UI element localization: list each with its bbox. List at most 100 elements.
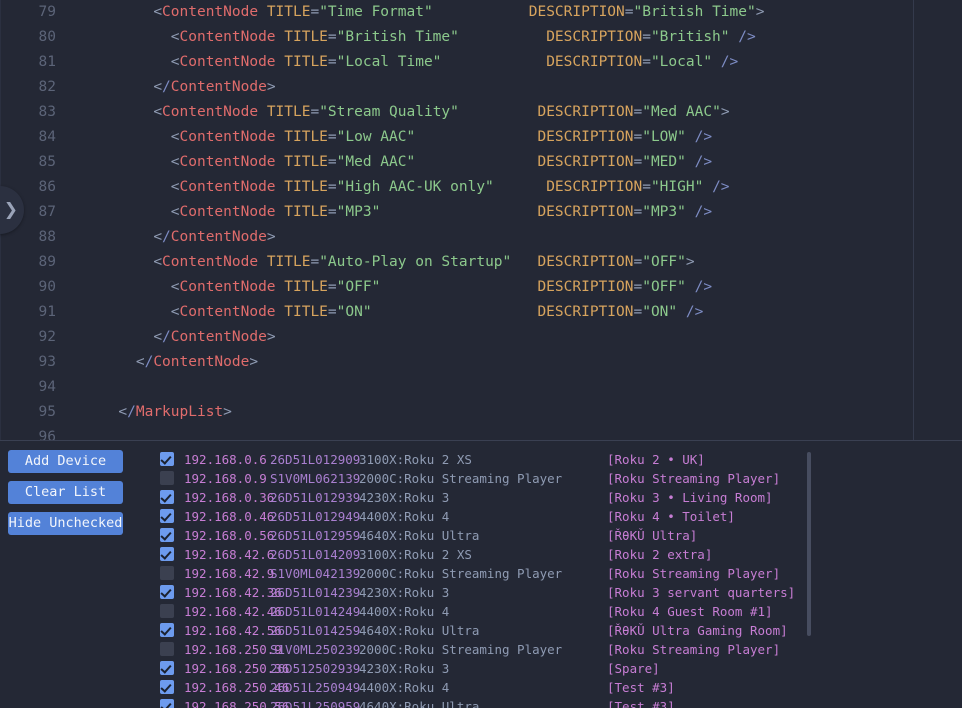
code-lines-container[interactable]: 79 <ContentNode TITLE="Time Format" DESC… — [0, 0, 962, 440]
code-token-pad — [459, 29, 546, 45]
code-token-str: "Auto-Play on Startup" — [319, 254, 512, 270]
code-line[interactable]: 91 <ContentNode TITLE="ON" DESCRIPTION="… — [0, 300, 962, 325]
code-token-slash: /> — [685, 304, 704, 320]
code-token-slash: / — [144, 354, 154, 370]
code-line[interactable]: 95 </MarkupList> — [0, 400, 962, 425]
device-serial-number: 26D51L012939 — [270, 490, 361, 505]
code-line[interactable]: 82 </ContentNode> — [0, 75, 962, 100]
device-checkbox[interactable] — [160, 661, 174, 675]
code-line[interactable]: 80 <ContentNode TITLE="British Time" DES… — [0, 25, 962, 50]
clear-list-button[interactable]: Clear List — [8, 481, 123, 504]
device-checkbox[interactable] — [160, 471, 174, 485]
device-row[interactable]: 192.168.0.56 26D51L012959 4640X:Roku Ultra… — [160, 526, 810, 545]
device-row[interactable]: 192.168.250.9 S1V0ML250239 2000C:Roku Stre… — [160, 640, 810, 659]
code-line[interactable]: 79 <ContentNode TITLE="Time Format" DESC… — [0, 0, 962, 25]
add-device-button[interactable]: Add Device — [8, 450, 123, 473]
device-checkbox[interactable] — [160, 699, 174, 708]
code-token-attr: DESCRIPTION — [537, 279, 634, 295]
code-line[interactable]: 87 <ContentNode TITLE="MP3" DESCRIPTION=… — [0, 200, 962, 225]
device-checkbox[interactable] — [160, 680, 174, 694]
device-checkbox[interactable] — [160, 604, 174, 618]
code-token-eq: = — [327, 54, 337, 70]
device-row[interactable]: 192.168.42.9 S1V0ML042139 2000C:Roku Strea… — [160, 564, 810, 583]
code-line[interactable]: 85 <ContentNode TITLE="Med AAC" DESCRIPT… — [0, 150, 962, 175]
device-checkbox[interactable] — [160, 623, 174, 637]
device-ip-address: 192.168.42.6 — [184, 547, 275, 562]
code-token-punct: > — [720, 104, 730, 120]
code-line[interactable]: 94 — [0, 375, 962, 400]
code-line[interactable]: 92 </ContentNode> — [0, 325, 962, 350]
code-token-eq: = — [633, 254, 643, 270]
code-line-text: <ContentNode TITLE="Med AAC" DESCRIPTION… — [66, 150, 712, 175]
code-token-attr: TITLE — [284, 129, 328, 145]
code-token-tag: ContentNode — [179, 279, 276, 295]
app-root: 79 <ContentNode TITLE="Time Format" DESC… — [0, 0, 962, 708]
code-line[interactable]: 83 <ContentNode TITLE="Stream Quality" D… — [0, 100, 962, 125]
code-token-attr: TITLE — [284, 279, 328, 295]
device-row[interactable]: 192.168.42.46 26D51L014249 4400X:Roku 4 [Ro… — [160, 602, 810, 621]
device-serial-number: 26D51L014239 — [270, 585, 361, 600]
code-line[interactable]: 86 <ContentNode TITLE="High AAC-UK only"… — [0, 175, 962, 200]
device-checkbox[interactable] — [160, 547, 174, 561]
code-editor[interactable]: 79 <ContentNode TITLE="Time Format" DESC… — [0, 0, 962, 440]
device-checkbox[interactable] — [160, 452, 174, 466]
code-token-tag: ContentNode — [179, 129, 276, 145]
device-friendly-name: [Roku 4 • Toilet] — [607, 509, 735, 524]
code-token-attr: DESCRIPTION — [546, 179, 643, 195]
code-token-str: "Low AAC" — [336, 129, 416, 145]
device-row[interactable]: 192.168.42.36 26D51L014239 4230X:Roku 3 [Ro… — [160, 583, 810, 602]
code-line[interactable]: 96 — [0, 425, 962, 440]
code-line[interactable]: 93 </ContentNode> — [0, 350, 962, 375]
code-token-punct: < — [153, 4, 163, 20]
device-ip-address: 192.168.42.46 — [184, 604, 282, 619]
device-checkbox[interactable] — [160, 509, 174, 523]
device-checkbox[interactable] — [160, 642, 174, 656]
code-token-tag: ContentNode — [179, 29, 276, 45]
line-number: 81 — [38, 54, 56, 70]
code-token-eq: = — [327, 154, 337, 170]
device-row[interactable]: 192.168.250.56 26D51L250959 4640X:Roku Ult… — [160, 697, 810, 708]
code-token-slash: / — [127, 404, 136, 420]
device-model: 4230X:Roku 3 — [359, 661, 450, 676]
code-line[interactable]: 81 <ContentNode TITLE="Local Time" DESCR… — [0, 50, 962, 75]
line-number: 93 — [38, 354, 56, 370]
device-model: 4640X:Roku Ultra — [359, 623, 480, 638]
code-token-pad — [459, 104, 538, 120]
device-row[interactable]: 192.168.0.9 S1V0ML062139 2000C:Roku Stream… — [160, 469, 810, 488]
device-checkbox[interactable] — [160, 490, 174, 504]
device-row[interactable]: 192.168.0.46 26D51L012949 4400X:Roku 4 [Rok… — [160, 507, 810, 526]
device-row[interactable]: 192.168.0.36 26D51L012939 4230X:Roku 3 [Rok… — [160, 488, 810, 507]
code-token-attr: TITLE — [284, 304, 328, 320]
code-token-eq: = — [310, 254, 320, 270]
device-row[interactable]: 192.168.42.56 26D51L014259 4640X:Roku Ultr… — [160, 621, 810, 640]
device-checkbox[interactable] — [160, 585, 174, 599]
code-line[interactable]: 90 <ContentNode TITLE="OFF" DESCRIPTION=… — [0, 275, 962, 300]
code-line-text: <ContentNode TITLE="ON" DESCRIPTION="ON"… — [66, 300, 704, 325]
code-token-slash: /> — [694, 279, 713, 295]
code-token-tag: ContentNode — [179, 179, 276, 195]
device-checkbox[interactable] — [160, 566, 174, 580]
device-row[interactable]: 192.168.42.6 26D51L014209 3100X:Roku 2 XS [… — [160, 545, 810, 564]
device-ip-address: 192.168.0.9 — [184, 471, 267, 486]
device-row[interactable]: 192.168.0.6 26D51L012909 3100X:Roku 2 XS [R… — [160, 450, 810, 469]
device-serial-number: 26D51L014209 — [270, 547, 361, 562]
code-line[interactable]: 88 </ContentNode> — [0, 225, 962, 250]
line-number: 83 — [38, 104, 56, 120]
code-line[interactable]: 84 <ContentNode TITLE="Low AAC" DESCRIPT… — [0, 125, 962, 150]
code-token-eq: = — [327, 129, 337, 145]
device-list-scrollbar-thumb[interactable] — [807, 452, 811, 636]
device-list[interactable]: 192.168.0.6 26D51L012909 3100X:Roku 2 XS [R… — [160, 450, 810, 708]
device-row[interactable]: 192.168.250.46 26D51L250949 4400X:Roku 4 [T… — [160, 678, 810, 697]
device-row[interactable]: 192.168.250.36 26D512502939 4230X:Roku 3 [S… — [160, 659, 810, 678]
code-token-str: "Local" — [650, 54, 713, 70]
device-ip-address: 192.168.0.56 — [184, 528, 275, 543]
hide-unchecked-button[interactable]: Hide Unchecked — [8, 512, 123, 535]
code-line[interactable]: 89 <ContentNode TITLE="Auto-Play on Star… — [0, 250, 962, 275]
device-serial-number: 26D51L250949 — [270, 680, 361, 695]
device-checkbox[interactable] — [160, 528, 174, 542]
